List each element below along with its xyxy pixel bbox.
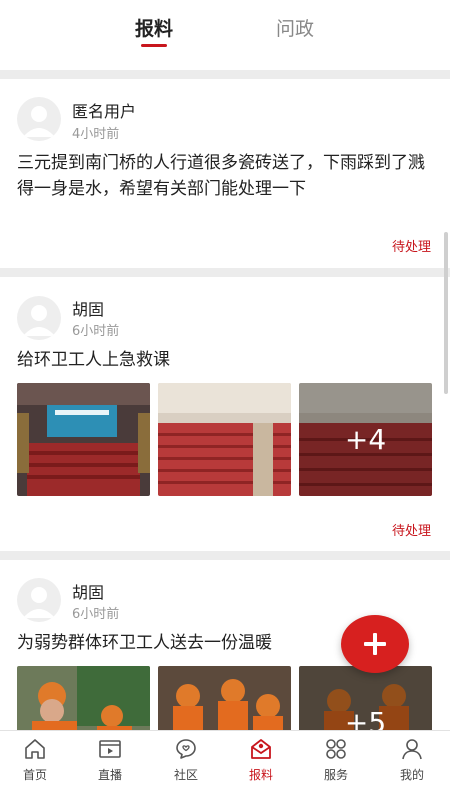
top-tab-bar: 报料 问政: [0, 0, 450, 55]
live-video-icon: [99, 740, 121, 758]
nav-item-home[interactable]: 首页: [5, 737, 65, 783]
default-avatar-icon: [23, 106, 55, 137]
nav-label: 服务: [323, 768, 348, 782]
post-time: 6小时前: [72, 324, 120, 339]
tab-wenzheng[interactable]: 问政: [276, 14, 314, 41]
post-image[interactable]: [158, 383, 291, 496]
user-avatar[interactable]: [17, 578, 61, 622]
section-divider: [0, 551, 450, 560]
nav-label: 我的: [399, 768, 424, 782]
post-text[interactable]: 给环卫工人上急救课: [17, 347, 433, 373]
section-divider: [0, 70, 450, 79]
post-username[interactable]: 匿名用户: [72, 98, 136, 122]
post-text[interactable]: 三元提到南门桥的人行道很多瓷砖送了，下雨踩到了溅得一身是水，希望有关部门能处理一…: [17, 150, 433, 202]
post-image-more[interactable]: +4: [299, 383, 432, 496]
nav-item-community[interactable]: 社区: [156, 737, 216, 783]
nav-label: 直播: [97, 768, 122, 782]
home-icon: [25, 739, 45, 759]
nav-item-baoliao[interactable]: 报料: [231, 737, 291, 783]
nav-label: 报料: [248, 768, 273, 782]
scrollbar[interactable]: [444, 232, 448, 394]
nav-label: 社区: [173, 768, 198, 782]
post-time: 6小时前: [72, 607, 120, 622]
default-avatar-icon: [23, 305, 55, 336]
nav-item-mine[interactable]: 我的: [382, 737, 442, 783]
nav-item-live[interactable]: 直播: [80, 737, 140, 783]
report-envelope-icon: [251, 739, 271, 759]
nav-label: 首页: [22, 768, 47, 782]
more-images-count: +4: [299, 383, 432, 496]
active-tab-indicator: [141, 44, 167, 47]
services-grid-icon: [326, 739, 346, 759]
add-report-button[interactable]: [341, 615, 409, 673]
nav-item-services[interactable]: 服务: [306, 737, 366, 783]
profile-icon: [402, 739, 422, 760]
plus-icon: [364, 633, 386, 655]
post-image[interactable]: [17, 383, 150, 496]
bottom-nav-bar: 首页 直播 社区 报料 服务 我的: [0, 730, 450, 800]
user-avatar[interactable]: [17, 296, 61, 340]
user-avatar[interactable]: [17, 97, 61, 141]
default-avatar-icon: [23, 587, 55, 618]
tab-baoliao[interactable]: 报料: [135, 14, 173, 41]
post-username[interactable]: 胡固: [72, 296, 104, 320]
post-time: 4小时前: [72, 127, 120, 142]
community-chat-icon: [176, 739, 196, 759]
post-username[interactable]: 胡固: [72, 579, 104, 603]
status-badge: 待处理: [391, 524, 431, 539]
section-divider: [0, 268, 450, 277]
status-badge: 待处理: [391, 240, 431, 255]
